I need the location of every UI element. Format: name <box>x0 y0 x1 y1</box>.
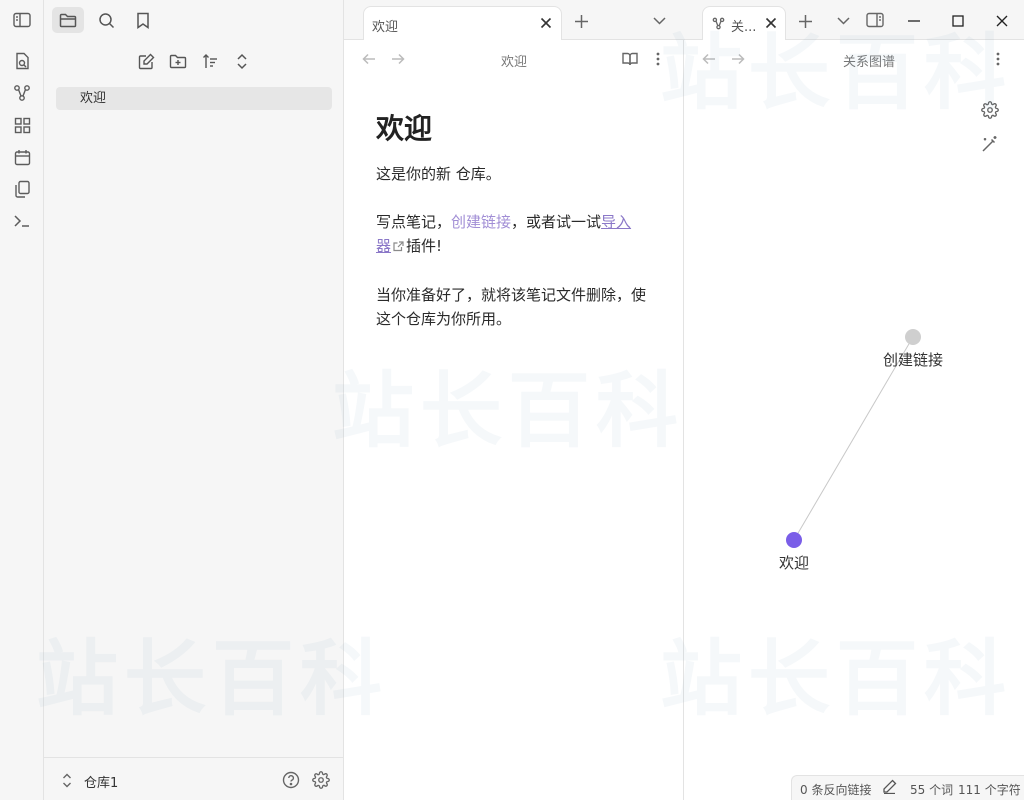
note-text: ，或者试一试 <box>511 213 602 231</box>
calendar-icon[interactable] <box>12 147 32 167</box>
tab-welcome[interactable]: 欢迎 <box>363 6 562 40</box>
graph-pane: 关... 关系图谱 创建链接 欢迎 0 条反向链接 55 个词 111 个字符 <box>684 0 1024 800</box>
graph-canvas[interactable]: 创建链接 欢迎 <box>684 78 1024 598</box>
sidebar-toggle-icon[interactable] <box>12 10 32 30</box>
tab-graph[interactable]: 关... <box>702 6 786 40</box>
reading-view-book-icon[interactable] <box>621 51 639 67</box>
help-icon[interactable] <box>281 770 301 790</box>
graph-view-icon <box>711 16 725 30</box>
backlinks-count[interactable]: 0 条反向链接 <box>800 781 871 798</box>
new-folder-icon[interactable] <box>166 50 190 72</box>
graph-node-label: 创建链接 <box>883 351 943 369</box>
bookmark-icon[interactable] <box>127 7 159 33</box>
search-icon[interactable] <box>90 7 122 33</box>
editor-tab-strip: 欢迎 <box>344 0 684 40</box>
folder-icon[interactable] <box>52 7 84 33</box>
right-sidebar-toggle-icon[interactable] <box>865 11 885 29</box>
graph-tab-strip: 关... <box>684 0 1024 40</box>
graph-view-icon[interactable] <box>12 83 32 103</box>
new-note-icon[interactable] <box>134 50 158 72</box>
note-paragraph-3: 当你准备好了，就将该笔记文件删除，使这个仓库为你所用。 <box>376 286 647 328</box>
note-heading: 欢迎 <box>376 112 433 145</box>
new-tab-plus-icon[interactable] <box>796 12 814 30</box>
tab-title: 欢迎 <box>372 20 399 35</box>
vault-name[interactable]: 仓库1 <box>84 772 118 791</box>
maximize-window-icon[interactable] <box>949 12 967 30</box>
external-link-icon <box>393 235 404 259</box>
char-count: 111 个字符 <box>958 783 1021 797</box>
new-tab-plus-icon[interactable] <box>572 12 590 30</box>
word-count: 55 个词 <box>910 783 954 797</box>
terminal-icon[interactable] <box>12 211 32 231</box>
quick-switcher-icon[interactable] <box>12 51 32 71</box>
edit-pencil-icon[interactable] <box>882 779 897 797</box>
tab-title: 关... <box>731 20 757 35</box>
close-icon[interactable] <box>763 15 779 31</box>
collapse-all-icon[interactable] <box>230 50 254 72</box>
tab-list-chevron-down-icon[interactable] <box>834 12 852 30</box>
editor-pane: 欢迎 欢迎 欢迎 这是你的新 仓库。 写点笔记，创建链接，或者试一试导入器 插件… <box>344 0 684 800</box>
note-text: 插件! <box>406 237 443 255</box>
view-title: 关系图谱 <box>842 55 895 70</box>
tab-list-chevron-down-icon[interactable] <box>650 12 668 30</box>
note-text: 写点笔记， <box>376 213 452 231</box>
more-options-icon[interactable] <box>990 51 1006 67</box>
file-explorer-pane: 欢迎 仓库1 <box>44 0 344 800</box>
note-content[interactable]: 欢迎 这是你的新 仓库。 写点笔记，创建链接，或者试一试导入器 插件! 当你准备好… <box>376 110 646 355</box>
graph-node-create-link[interactable] <box>905 329 921 345</box>
close-icon[interactable] <box>538 15 554 31</box>
canvas-icon[interactable] <box>12 115 32 135</box>
note-paragraph-1: 这是你的新 仓库。 <box>376 165 501 183</box>
sort-icon[interactable] <box>198 50 222 72</box>
vault-switcher-bar: 仓库1 <box>44 757 344 800</box>
more-options-icon[interactable] <box>650 51 666 67</box>
templates-icon[interactable] <box>12 179 32 199</box>
chevron-up-down-icon[interactable] <box>60 772 74 788</box>
minimize-window-icon[interactable] <box>905 12 923 30</box>
editor-view-header: 欢迎 <box>344 40 684 78</box>
ribbon <box>0 0 44 800</box>
graph-node-welcome[interactable] <box>786 532 802 548</box>
note-paragraph-2: 写点笔记，创建链接，或者试一试导入器 插件! <box>376 210 646 259</box>
graph-node-label: 欢迎 <box>779 554 809 572</box>
settings-gear-icon[interactable] <box>311 770 331 790</box>
file-item-welcome[interactable]: 欢迎 <box>56 87 332 110</box>
internal-link-create-link[interactable]: 创建链接 <box>451 213 511 231</box>
close-window-icon[interactable] <box>993 12 1011 30</box>
status-bar: 0 条反向链接 55 个词 111 个字符 <box>791 775 1024 800</box>
